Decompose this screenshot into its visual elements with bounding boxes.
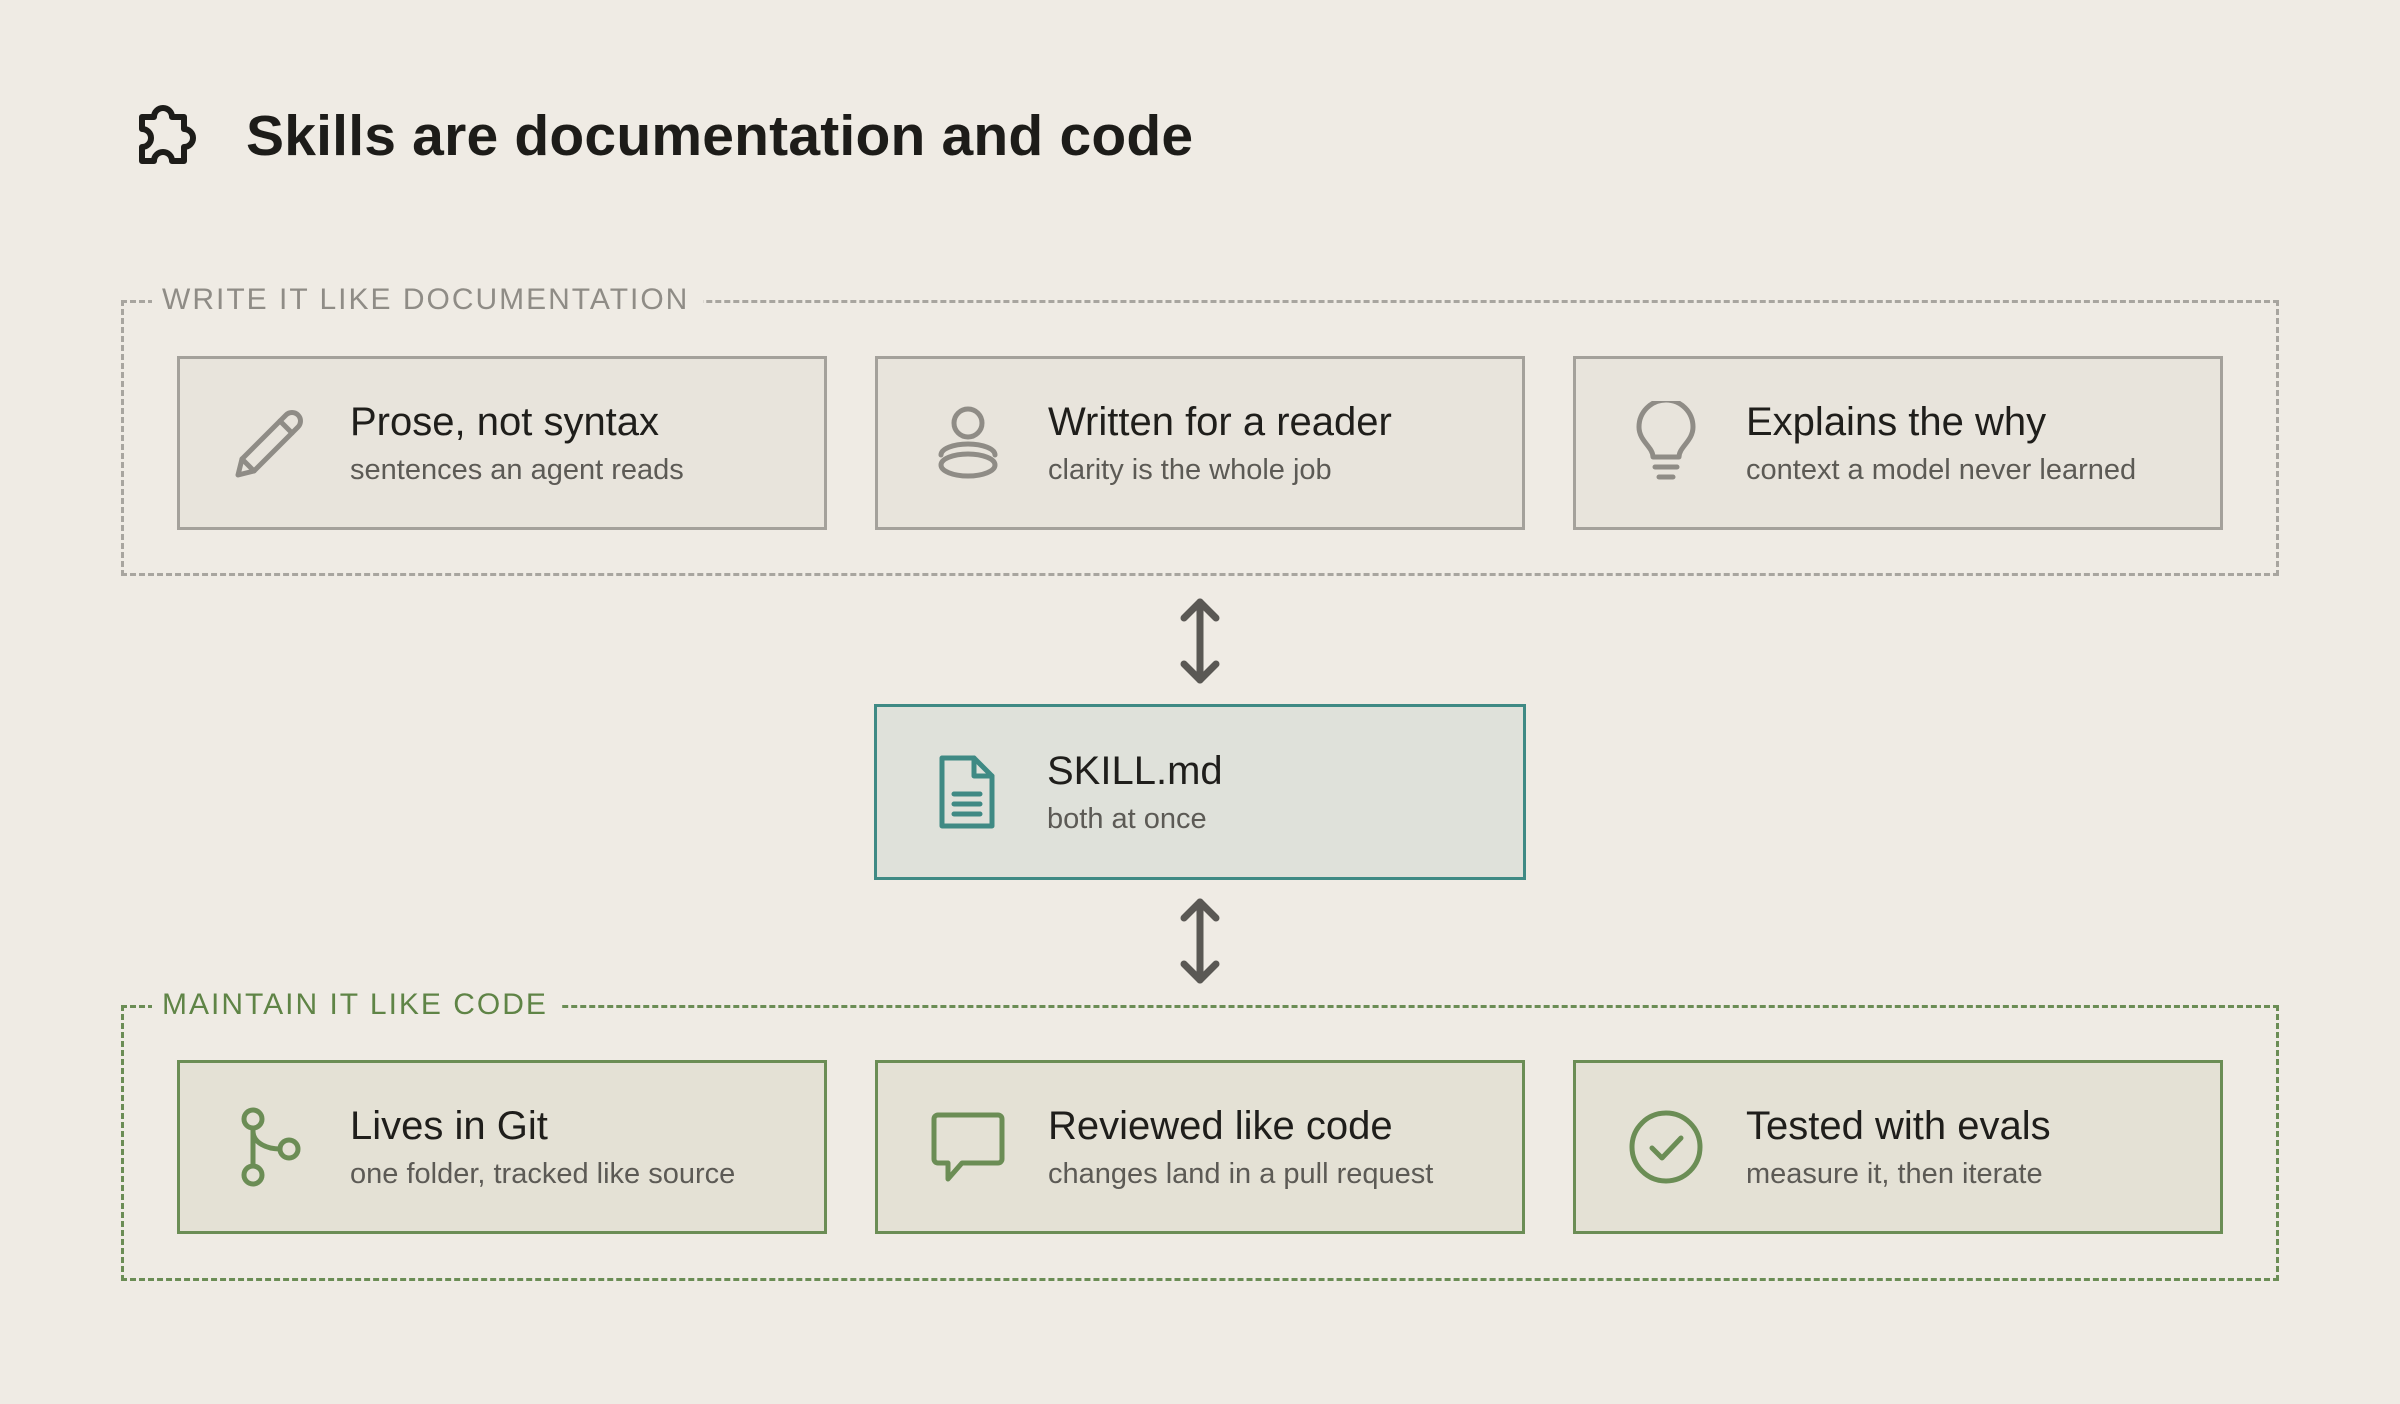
card-skill-md: SKILL.md both at once	[874, 704, 1526, 880]
documentation-group-label: WRITE IT LIKE DOCUMENTATION	[152, 278, 704, 322]
card-subtitle: changes land in a pull request	[1048, 1158, 1434, 1190]
card-subtitle: context a model never learned	[1746, 454, 2137, 486]
card-title: Prose, not syntax	[350, 400, 660, 444]
card-subtitle: clarity is the whole job	[1048, 454, 1332, 486]
card-title: Written for a reader	[1048, 400, 1392, 444]
code-group-label: MAINTAIN IT LIKE CODE	[152, 983, 562, 1027]
card-written-for-a-reader: Written for a reader clarity is the whol…	[875, 356, 1525, 530]
page-title: Skills are documentation and code	[246, 104, 1194, 168]
card-subtitle: one folder, tracked like source	[350, 1158, 736, 1190]
card-subtitle: measure it, then iterate	[1746, 1158, 2043, 1190]
card-reviewed-like-code: Reviewed like code changes land in a pul…	[875, 1060, 1525, 1234]
person-icon	[926, 401, 1010, 485]
double-arrow-icon	[1180, 898, 1220, 984]
puzzle-icon	[126, 99, 200, 173]
card-explains-the-why: Explains the why context a model never l…	[1573, 356, 2223, 530]
card-title: Tested with evals	[1746, 1104, 2051, 1148]
card-title: Lives in Git	[350, 1104, 548, 1148]
card-prose-not-syntax: Prose, not syntax sentences an agent rea…	[177, 356, 827, 530]
speech-bubble-icon	[926, 1105, 1010, 1189]
card-title: Explains the why	[1746, 400, 2047, 444]
card-title: Reviewed like code	[1048, 1104, 1393, 1148]
card-subtitle: sentences an agent reads	[350, 454, 684, 486]
card-subtitle: both at once	[1047, 803, 1207, 835]
git-branch-icon	[228, 1105, 312, 1189]
card-lives-in-git: Lives in Git one folder, tracked like so…	[177, 1060, 827, 1234]
card-tested-with-evals: Tested with evals measure it, then itera…	[1573, 1060, 2223, 1234]
check-circle-icon	[1624, 1105, 1708, 1189]
page-header: Skills are documentation and code	[126, 96, 1193, 176]
pencil-icon	[228, 401, 312, 485]
double-arrow-icon	[1180, 598, 1220, 684]
card-title: SKILL.md	[1047, 749, 1223, 793]
document-icon	[925, 750, 1009, 834]
lightbulb-icon	[1624, 401, 1708, 485]
